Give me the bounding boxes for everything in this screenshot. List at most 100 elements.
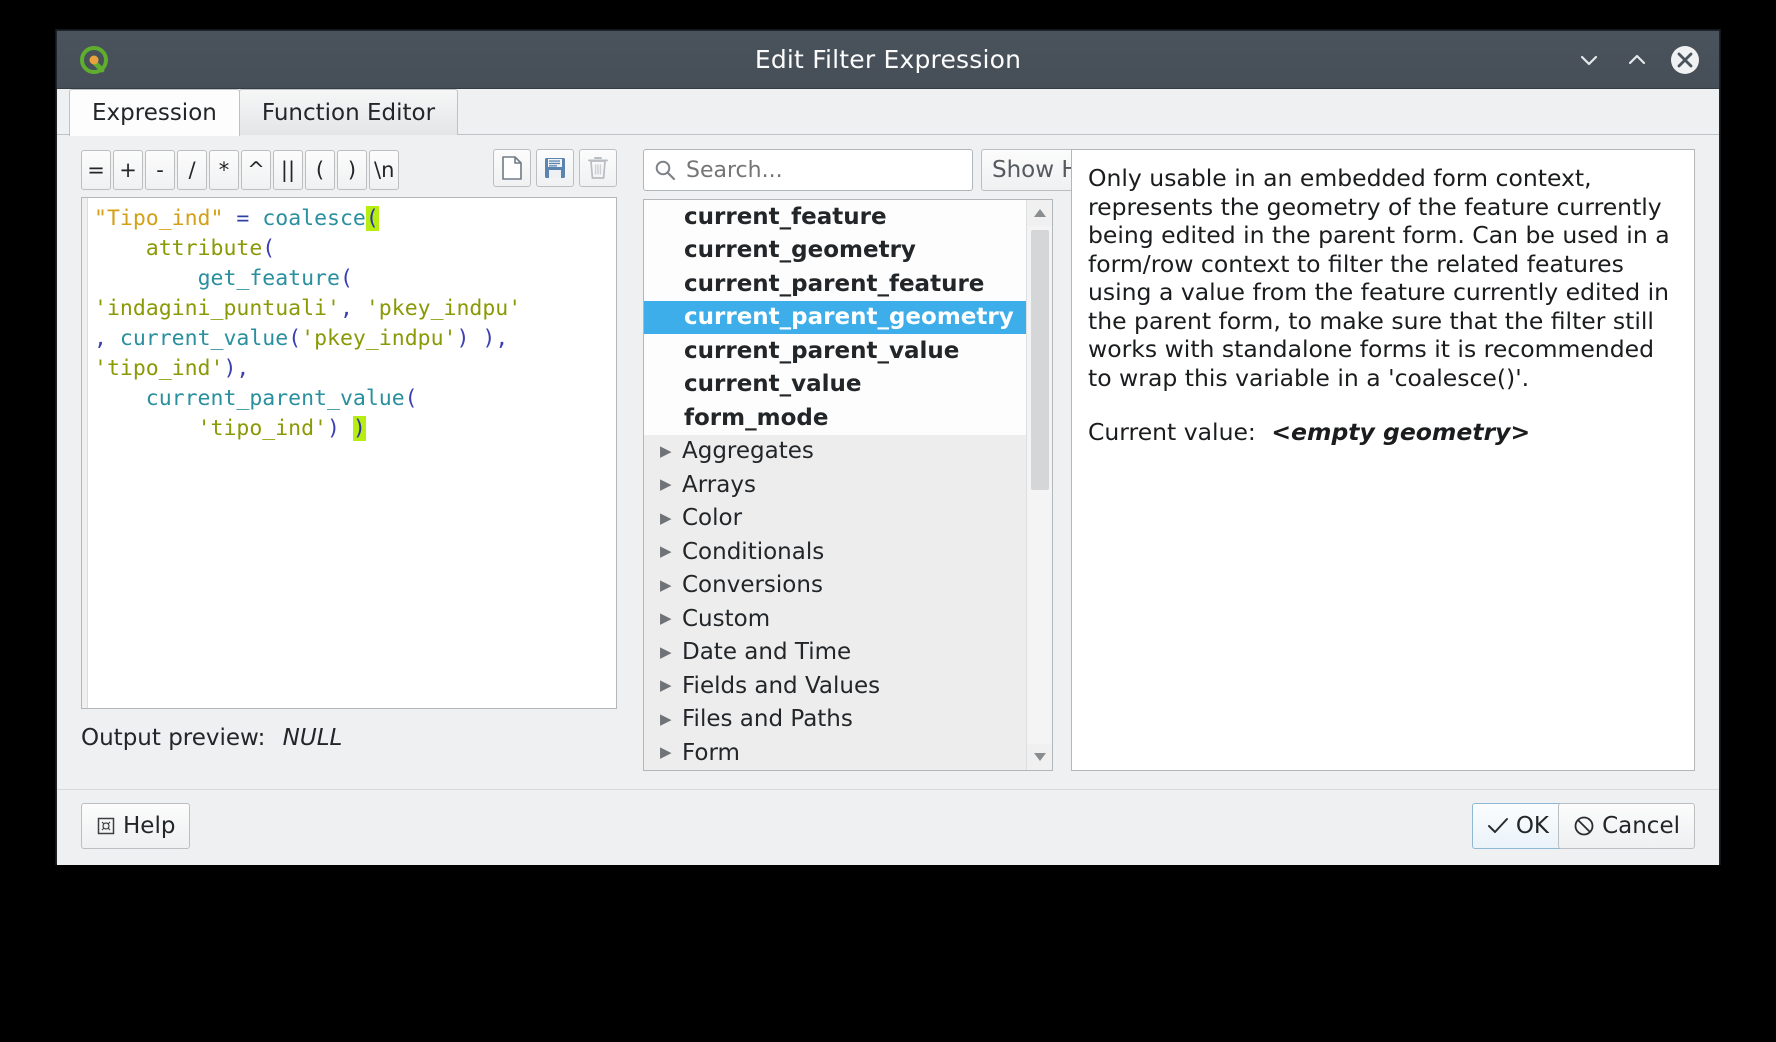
- expression-code[interactable]: "Tipo_ind" = coalesce( attribute( get_fe…: [88, 198, 616, 708]
- expand-triangle-icon[interactable]: ▶: [660, 444, 682, 459]
- function-item-row[interactable]: form_mode: [644, 401, 1026, 435]
- tab-bar: Expression Function Editor: [57, 89, 1719, 135]
- code-token: ): [482, 326, 495, 351]
- operator-button-plus[interactable]: +: [113, 150, 143, 190]
- operator-button-divide[interactable]: /: [177, 150, 207, 190]
- function-item-label: current_parent_value: [684, 338, 959, 364]
- ok-button[interactable]: OK: [1472, 803, 1564, 849]
- delete-expression-button[interactable]: [579, 149, 617, 187]
- function-item-label: Form: [682, 740, 740, 766]
- code-token: ,: [236, 356, 249, 381]
- function-group-row[interactable]: ▶Color: [644, 502, 1026, 536]
- function-tree[interactable]: current_featurecurrent_geometry current_p…: [643, 199, 1053, 771]
- code-line: current_parent_value(: [94, 384, 612, 414]
- operator-button-power[interactable]: ^: [241, 150, 271, 190]
- expand-triangle-icon[interactable]: ▶: [660, 678, 682, 693]
- function-item-label: Conversions: [682, 572, 823, 598]
- code-token: (: [340, 266, 353, 291]
- current-value-row: Current value: <empty geometry>: [1088, 418, 1678, 446]
- function-group-row[interactable]: ▶Fields and Values: [644, 669, 1026, 703]
- expression-file-tools: [488, 149, 617, 187]
- function-item-row[interactable]: current_parent_value: [644, 334, 1026, 368]
- operator-button-multiply[interactable]: *: [209, 150, 239, 190]
- expand-triangle-icon[interactable]: ▶: [660, 511, 682, 526]
- operator-button-close-paren[interactable]: ): [337, 150, 367, 190]
- window-controls: [1565, 36, 1709, 84]
- function-browser-panel: Show Help current_featurecurrent_geometr…: [643, 149, 1053, 771]
- search-box[interactable]: [643, 149, 973, 191]
- operator-button-newline[interactable]: \n: [369, 150, 399, 190]
- expand-triangle-icon[interactable]: ▶: [660, 745, 682, 760]
- function-item-row[interactable]: current_parent_feature: [644, 267, 1026, 301]
- code-token: ,: [94, 326, 107, 351]
- expand-triangle-icon[interactable]: ▶: [660, 645, 682, 660]
- scroll-up-button[interactable]: [1027, 200, 1053, 226]
- floppy-disk-icon: [544, 157, 566, 179]
- code-token: 'pkey_indpu': [301, 326, 456, 351]
- function-item-label: Files and Paths: [682, 706, 853, 732]
- function-item-row[interactable]: current_feature: [644, 200, 1026, 234]
- function-item-row[interactable]: current_parent_geometry: [644, 301, 1026, 335]
- code-token: [249, 206, 262, 231]
- minimize-button[interactable]: [1565, 36, 1613, 84]
- check-icon: [1487, 816, 1509, 836]
- function-group-row[interactable]: ▶Aggregates: [644, 435, 1026, 469]
- operator-button-minus[interactable]: -: [145, 150, 175, 190]
- code-token: [353, 296, 366, 321]
- code-token: current_parent_value: [146, 386, 405, 411]
- ban-icon: [1573, 815, 1595, 837]
- code-line: attribute(: [94, 234, 612, 264]
- function-group-row[interactable]: ▶Arrays: [644, 468, 1026, 502]
- operator-button-concat[interactable]: ||: [273, 150, 303, 190]
- code-token: coalesce: [262, 206, 366, 231]
- function-item-label: Arrays: [682, 472, 756, 498]
- code-line: 'tipo_ind') ): [94, 414, 612, 444]
- help-button[interactable]: Help: [81, 803, 190, 849]
- function-group-row[interactable]: ▶Conditionals: [644, 535, 1026, 569]
- function-item-row[interactable]: current_geometry: [644, 234, 1026, 268]
- code-token: attribute: [146, 236, 263, 261]
- code-token: get_feature: [198, 266, 340, 291]
- tab-expression[interactable]: Expression: [69, 89, 240, 136]
- search-input[interactable]: [684, 157, 962, 184]
- ok-button-label: OK: [1516, 813, 1549, 839]
- scroll-down-button[interactable]: [1027, 744, 1053, 770]
- expand-triangle-icon[interactable]: ▶: [660, 544, 682, 559]
- expression-text-editor[interactable]: "Tipo_ind" = coalesce( attribute( get_fe…: [81, 197, 617, 709]
- output-preview: Output preview: NULL: [81, 725, 617, 751]
- expand-triangle-icon[interactable]: ▶: [660, 712, 682, 727]
- window-titlebar: Edit Filter Expression: [57, 31, 1719, 89]
- scrollbar-thumb[interactable]: [1031, 230, 1049, 490]
- function-item-label: current_parent_feature: [684, 271, 984, 297]
- function-item-label: Aggregates: [682, 438, 814, 464]
- save-expression-button[interactable]: [536, 149, 574, 187]
- function-group-row[interactable]: ▶Form: [644, 736, 1026, 770]
- code-line: , current_value('pkey_indpu') ),: [94, 324, 612, 354]
- search-icon: [654, 159, 676, 181]
- function-group-row[interactable]: ▶Files and Paths: [644, 703, 1026, 737]
- function-tree-scrollbar[interactable]: [1026, 200, 1052, 770]
- expand-triangle-icon[interactable]: ▶: [660, 477, 682, 492]
- function-item-label: Color: [682, 505, 742, 531]
- maximize-button[interactable]: [1613, 36, 1661, 84]
- new-file-button[interactable]: [493, 149, 531, 187]
- cancel-button[interactable]: Cancel: [1558, 803, 1695, 849]
- code-token: "Tipo_ind": [94, 206, 223, 231]
- expand-triangle-icon[interactable]: ▶: [660, 611, 682, 626]
- function-group-row[interactable]: ▶Fuzzy Matching: [644, 770, 1026, 771]
- code-token: [94, 236, 146, 261]
- operator-button-open-paren[interactable]: (: [305, 150, 335, 190]
- function-tree-list: current_featurecurrent_geometry current_p…: [644, 200, 1026, 770]
- code-token: [94, 266, 198, 291]
- expand-triangle-icon[interactable]: ▶: [660, 578, 682, 593]
- function-item-row[interactable]: current_value: [644, 368, 1026, 402]
- tab-function-editor[interactable]: Function Editor: [239, 89, 458, 135]
- function-group-row[interactable]: ▶Date and Time: [644, 636, 1026, 670]
- operator-button-equals[interactable]: =: [81, 150, 111, 190]
- code-token: 'indagini_puntuali': [94, 296, 340, 321]
- function-group-row[interactable]: ▶Conversions: [644, 569, 1026, 603]
- code-token: ,: [495, 326, 508, 351]
- close-button[interactable]: [1661, 36, 1709, 84]
- function-group-row[interactable]: ▶Custom: [644, 602, 1026, 636]
- dialog-footer: Help OK Cancel: [57, 789, 1719, 865]
